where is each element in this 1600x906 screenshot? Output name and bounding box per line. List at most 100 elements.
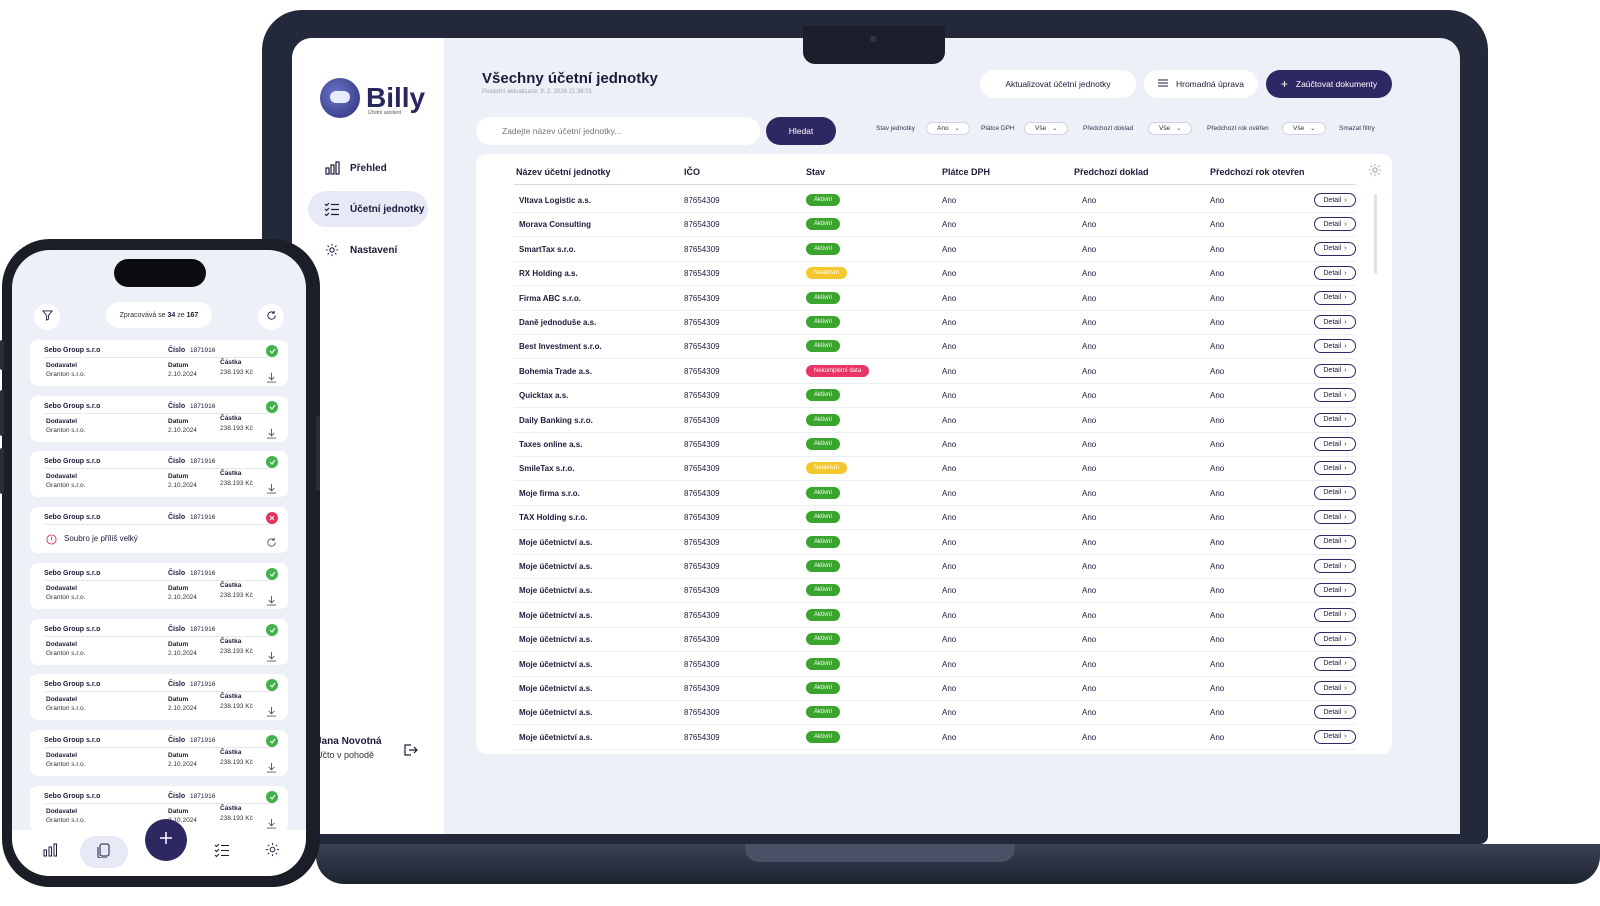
detail-button[interactable]: Detail ›	[1314, 266, 1356, 281]
chevron-right-icon: ›	[1344, 318, 1347, 326]
previous-document-value: Ano	[1082, 366, 1097, 376]
status-badge: Nekompletní data	[806, 364, 870, 377]
detail-button[interactable]: Detail ›	[1314, 559, 1356, 573]
detail-button[interactable]: Detail ›	[1314, 656, 1356, 671]
download-icon[interactable]	[266, 426, 277, 439]
document-card[interactable]: Sebo Group s.r.o Číslo 1871916 Dodavatel Gra…	[30, 451, 288, 498]
column-header-ico[interactable]: IČO	[684, 167, 700, 177]
date-value: 2.10.2024	[168, 371, 197, 378]
download-icon[interactable]	[266, 649, 277, 662]
update-units-button[interactable]: Aktualizovat účetní jednotky	[980, 70, 1136, 98]
filter-select-doklad[interactable]: Vše ⌄	[1148, 122, 1192, 135]
column-header-dph[interactable]: Plátce DPH	[942, 167, 990, 177]
column-header-rok[interactable]: Předchozí rok otevřen	[1210, 167, 1305, 177]
tab-settings[interactable]	[262, 842, 282, 862]
date-label: Datum	[168, 751, 189, 759]
table-row: Best Investment s.r.o. 87654309 Aktivní Ano…	[514, 335, 1356, 360]
card-company: Sebo Group s.r.o	[44, 681, 101, 689]
detail-button[interactable]: Detail ›	[1314, 632, 1356, 647]
column-header-name[interactable]: Název účetní jednotky	[516, 167, 611, 177]
status-badge: Aktivní	[806, 486, 841, 499]
clear-filters-link[interactable]: Smazat filtry	[1339, 125, 1375, 132]
detail-label: Detail	[1323, 342, 1342, 350]
bar-chart-icon	[42, 842, 58, 863]
detail-button[interactable]: Detail ›	[1314, 193, 1356, 207]
amount-value: 238.193 Kč	[220, 424, 253, 432]
column-header-status[interactable]: Stav	[806, 167, 825, 177]
sliders-icon	[1157, 78, 1168, 90]
card-number: 1871916	[190, 347, 216, 354]
post-documents-button[interactable]: + Zaúčtovat dokumenty	[1266, 70, 1392, 98]
status-badge: Aktivní	[806, 608, 841, 621]
tab-overview[interactable]	[40, 842, 60, 862]
table-row: Daily Banking s.r.o. 87654309 Aktivní Ano An…	[514, 409, 1356, 433]
card-number-label: Číslo	[168, 569, 186, 577]
unit-name: Morava Consulting	[519, 220, 592, 230]
filter-icon	[41, 308, 53, 326]
detail-button[interactable]: Detail ›	[1314, 437, 1356, 451]
download-icon[interactable]	[266, 593, 277, 606]
bulk-edit-button[interactable]: Hromadná úprava	[1144, 70, 1258, 98]
detail-button[interactable]: Detail ›	[1314, 485, 1356, 500]
search-input[interactable]	[476, 117, 760, 145]
download-icon[interactable]	[266, 370, 277, 383]
detail-button[interactable]: Detail ›	[1314, 315, 1356, 329]
detail-button[interactable]: Detail ›	[1314, 705, 1356, 720]
detail-button[interactable]: Detail ›	[1314, 510, 1356, 525]
download-icon[interactable]	[266, 816, 277, 829]
detail-button[interactable]: Detail ›	[1314, 290, 1356, 305]
document-card[interactable]: Sebo Group s.r.o Číslo 1871916 Dodavatel Gra…	[30, 729, 288, 776]
download-icon[interactable]	[266, 704, 277, 717]
download-icon[interactable]	[266, 760, 277, 773]
vat-payer-value: Ano	[942, 732, 957, 742]
sidebar-item-ucetni-jednotky[interactable]: Účetní jednotky	[308, 191, 428, 227]
detail-button[interactable]: Detail ›	[1314, 681, 1356, 695]
previous-document-value: Ano	[1082, 391, 1097, 401]
chevron-right-icon: ›	[1344, 269, 1347, 277]
detail-button[interactable]: Detail ›	[1314, 461, 1356, 476]
tab-units[interactable]	[212, 842, 232, 862]
retry-icon[interactable]	[266, 535, 277, 547]
detail-button[interactable]: Detail ›	[1314, 412, 1356, 427]
detail-button[interactable]: Detail ›	[1314, 583, 1356, 598]
table-row: Daně jednoduše a.s. 87654309 Aktivní Ano Ano…	[514, 311, 1356, 335]
card-company: Sebo Group s.r.o	[44, 736, 101, 744]
document-card[interactable]: Sebo Group s.r.o Číslo 1871916 Dodavatel Gra…	[30, 674, 288, 721]
document-card[interactable]: Sebo Group s.r.o Číslo 1871916 Dodavatel Gra…	[30, 618, 288, 665]
previous-year-value: Ano	[1210, 610, 1225, 620]
filter-select-dph[interactable]: Vše ⌄	[1024, 122, 1068, 135]
column-header-doklad[interactable]: Předchozí doklad	[1074, 167, 1149, 177]
detail-button[interactable]: Detail ›	[1314, 339, 1356, 354]
logout-icon[interactable]	[402, 742, 418, 758]
sidebar-item-nastaveni[interactable]: Nastavení	[308, 232, 428, 268]
amount-value: 238.193 Kč	[220, 703, 253, 711]
sidebar-item-prehled[interactable]: Přehled	[308, 150, 428, 186]
add-document-button[interactable]	[145, 819, 187, 861]
filter-select-stav[interactable]: Ano ⌄	[926, 122, 970, 135]
document-card[interactable]: Sebo Group s.r.o Číslo 1871916 Dodavatel Gra…	[30, 340, 288, 386]
document-card[interactable]: Sebo Group s.r.o Číslo 1871916 Dodavatel Gra…	[30, 395, 288, 442]
detail-button[interactable]: Detail ›	[1314, 241, 1356, 256]
detail-button[interactable]: Detail ›	[1314, 388, 1356, 403]
download-icon[interactable]	[266, 481, 277, 494]
detail-button[interactable]: Detail ›	[1314, 363, 1356, 378]
detail-button[interactable]: Detail ›	[1314, 607, 1356, 622]
detail-button[interactable]: Detail ›	[1314, 217, 1356, 232]
detail-button[interactable]: Detail ›	[1314, 729, 1356, 744]
table-settings-icon[interactable]	[1368, 163, 1382, 177]
amount-label: Částka	[220, 804, 242, 812]
date-label: Datum	[168, 640, 189, 648]
table-scrollbar[interactable]	[1374, 194, 1377, 274]
chevron-right-icon: ›	[1344, 416, 1347, 424]
vat-payer-value: Ano	[942, 513, 957, 523]
unit-name: Taxes online a.s.	[519, 440, 583, 449]
tab-documents[interactable]	[94, 842, 114, 862]
filter-select-rok[interactable]: Vše ⌄	[1282, 122, 1326, 135]
refresh-button[interactable]	[258, 304, 284, 330]
filter-button[interactable]	[34, 304, 60, 330]
document-card[interactable]: Sebo Group s.r.o Číslo 1871916 Dodavatel Gra…	[30, 562, 288, 609]
detail-button[interactable]: Detail ›	[1314, 534, 1356, 549]
document-card[interactable]: Sebo Group s.r.o Číslo 1871916 Soubro je př…	[30, 507, 288, 554]
search-button[interactable]: Hledat	[766, 117, 836, 145]
progress-mid: ze	[177, 311, 185, 319]
